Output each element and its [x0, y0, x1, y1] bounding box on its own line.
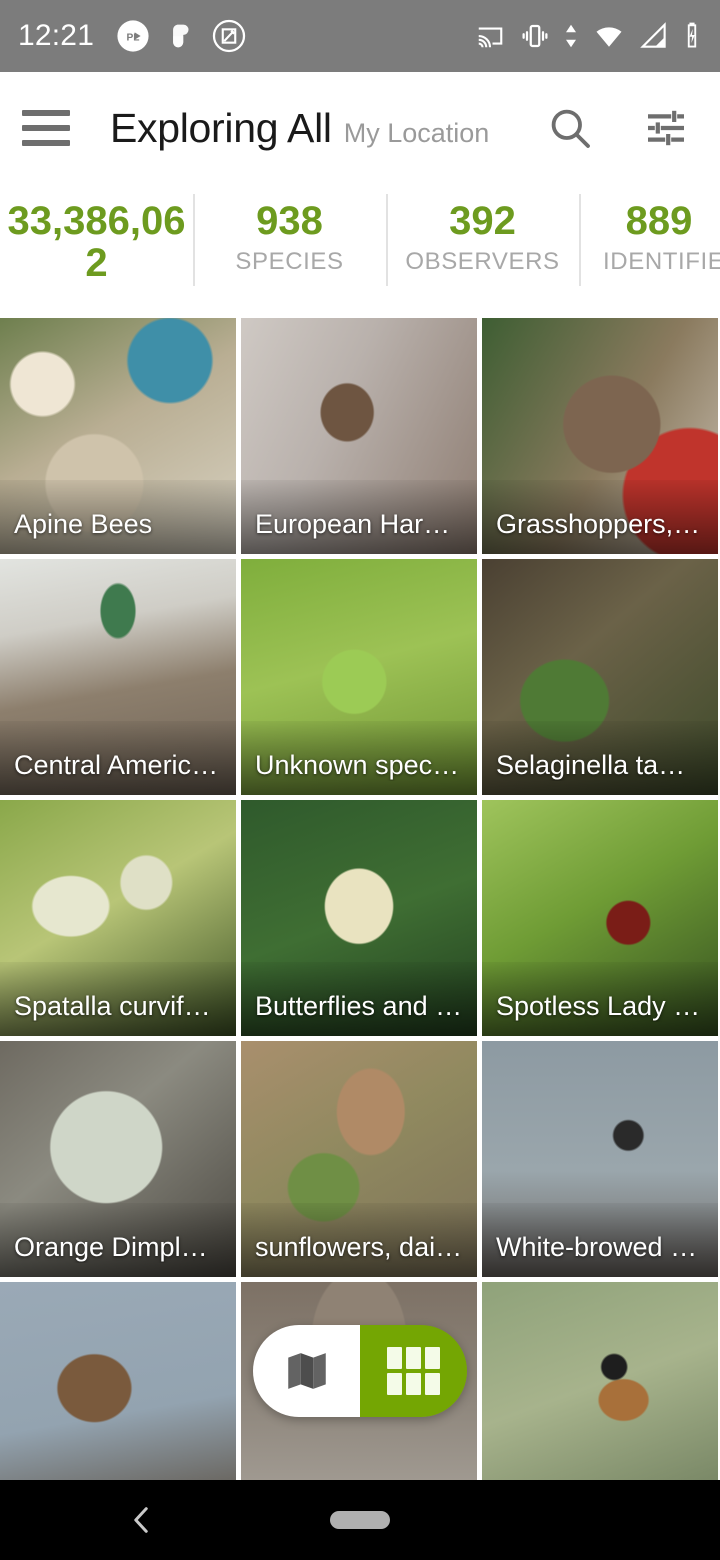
observation-grid[interactable]: Apine Bees European Harvest… Grasshopper… [0, 318, 720, 1483]
page-title: Exploring All [110, 104, 332, 151]
notification-icons: PL [116, 19, 246, 53]
grid-tile[interactable]: Grasshoppers, Cri… [482, 318, 718, 554]
app-bar-actions [544, 102, 698, 154]
grid-tile[interactable]: Apine Bees [0, 318, 236, 554]
tile-caption: Spatalla curvifolia [14, 990, 226, 1021]
grid-tile[interactable]: Spotless Lady Bee… [482, 800, 718, 1036]
grid-tile[interactable]: sunflowers, daisie… [241, 1041, 477, 1277]
grid-tile[interactable]: Selaginella tamari… [482, 559, 718, 795]
grid-tile[interactable]: Orange Dimple Lic… [0, 1041, 236, 1277]
cast-icon [478, 27, 503, 48]
grid-tile[interactable]: Butterflies and Mo… [241, 800, 477, 1036]
home-pill[interactable] [330, 1511, 390, 1529]
stat-species[interactable]: 938 SPECIES [193, 184, 386, 294]
stat-value: 33,386,062 [7, 199, 186, 285]
tile-caption: Unknown species [255, 749, 467, 780]
battery-charging-icon [687, 22, 697, 48]
map-view-button[interactable] [253, 1325, 360, 1417]
tile-caption: Selaginella tamari… [496, 749, 718, 780]
data-transfer-icon [566, 24, 576, 48]
cloud-icon [173, 24, 189, 48]
grid-tile[interactable]: Unknown species [241, 559, 477, 795]
tile-caption: Grasshoppers, Cri… [496, 508, 718, 539]
chevron-left-icon [134, 1507, 148, 1533]
grid-tile[interactable]: Spatalla curvifolia [0, 800, 236, 1036]
tile-caption: Central American … [14, 749, 236, 780]
page-subtitle: My Location [343, 117, 490, 148]
tile-caption: Apine Bees [14, 508, 153, 539]
vibrate-icon [522, 24, 548, 48]
stat-observations[interactable]: 33,386,062 OBSERVATIONS [0, 184, 193, 294]
stat-label: OBSERVERS [405, 248, 560, 275]
app-bar: Exploring All My Location [0, 72, 720, 184]
grid-tile[interactable]: European Harvest… [241, 318, 477, 554]
back-button[interactable] [118, 1496, 166, 1544]
grid-view-button[interactable] [360, 1325, 467, 1417]
hamburger-menu-icon[interactable] [22, 108, 74, 148]
map-icon [287, 1353, 326, 1389]
stat-label: SPECIES [235, 248, 344, 275]
tile-caption: Butterflies and Mo… [255, 990, 477, 1021]
grid-icon [387, 1347, 440, 1395]
view-toggle[interactable] [253, 1325, 467, 1417]
title-group: Exploring All My Location [110, 105, 489, 152]
stat-value: 889 [625, 199, 693, 243]
tile-photo [0, 1282, 236, 1483]
android-nav-bar [0, 1480, 720, 1560]
stat-observers[interactable]: 392 OBSERVERS [386, 184, 579, 294]
screenshot-edit-icon [212, 19, 246, 53]
tile-photo [482, 1282, 718, 1483]
cellular-signal-icon [640, 22, 666, 48]
tile-caption: White-browed Wa… [496, 1231, 718, 1262]
stat-value: 392 [449, 199, 516, 243]
search-icon[interactable] [544, 102, 596, 154]
play-store-icon: PL [117, 20, 149, 52]
stat-identifiers[interactable]: 889 IDENTIFIERS [579, 184, 720, 294]
tile-caption: Spotless Lady Bee… [496, 990, 718, 1021]
system-status-icons [473, 21, 702, 51]
filter-tune-icon[interactable] [640, 102, 692, 154]
grid-tile[interactable] [0, 1282, 236, 1483]
tile-caption: European Harvest… [255, 508, 477, 539]
tile-caption: sunflowers, daisie… [255, 1231, 477, 1262]
grid-tile[interactable]: White-browed Wa… [482, 1041, 718, 1277]
status-bar: 12:21 PL [0, 0, 720, 72]
tile-caption: Orange Dimple Lic… [14, 1231, 236, 1262]
stat-value: 938 [256, 199, 323, 243]
phone-screen: 12:21 PL Exploring All My Location 33,38… [0, 0, 720, 1560]
wifi-icon [596, 27, 622, 47]
stat-label: IDENTIFIERS [603, 248, 720, 275]
stats-bar: 33,386,062 OBSERVATIONS 938 SPECIES 392 … [0, 184, 720, 312]
grid-tile[interactable]: Central American … [0, 559, 236, 795]
grid-tile[interactable] [482, 1282, 718, 1483]
status-clock: 12:21 [18, 19, 95, 52]
